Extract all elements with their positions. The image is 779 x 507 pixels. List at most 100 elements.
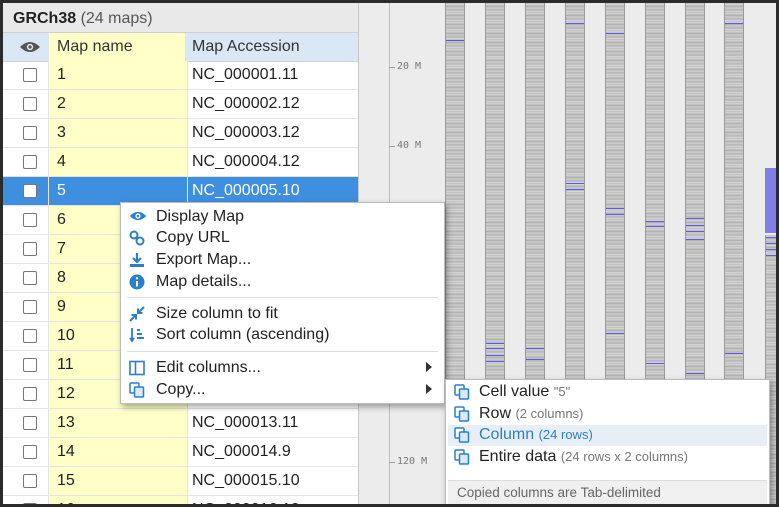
shrink-icon	[129, 306, 147, 322]
map-accession-text: NC_000014.9	[192, 443, 291, 460]
app-window: 20 M 40 M 120 M GRCh38 (24 maps) Map nam…	[3, 3, 776, 504]
menu-label: Copy URL	[156, 229, 230, 246]
copy-submenu: Cell value "5" Row (2 columns) Column (2…	[445, 379, 770, 504]
map-name-cell[interactable]: 13	[48, 409, 188, 437]
submenu-label: Entire data	[479, 448, 557, 465]
submenu-footer-text: Copied columns are Tab-delimited	[457, 485, 661, 500]
submenu-footer: Copied columns are Tab-delimited	[448, 480, 767, 504]
submenu-item-row[interactable]: Row (2 columns)	[448, 404, 767, 425]
download-icon	[129, 252, 147, 268]
row-checkbox[interactable]	[23, 474, 37, 488]
map-name-cell[interactable]: 16	[48, 496, 188, 504]
map-accession-cell[interactable]: NC_000001.11	[187, 61, 358, 89]
table-row[interactable]: 16 NC_000016.10	[3, 496, 358, 504]
ruler-tick	[389, 146, 395, 147]
menu-item-map-details[interactable]: Map details...	[121, 272, 444, 293]
row-checkbox[interactable]	[23, 184, 37, 198]
chromosome-highlight	[765, 168, 776, 233]
map-name-cell[interactable]: 3	[48, 119, 188, 147]
map-accession-text: NC_000013.11	[192, 414, 299, 431]
menu-item-copy-url[interactable]: Copy URL	[121, 228, 444, 249]
assembly-name: GRCh38	[13, 10, 77, 27]
map-accession-cell[interactable]: NC_000004.12	[187, 148, 358, 176]
row-checkbox[interactable]	[23, 97, 37, 111]
menu-item-display-map[interactable]: Display Map	[121, 207, 444, 228]
submenu-hint: "5"	[553, 384, 571, 399]
copy-icon	[454, 449, 472, 465]
row-checkbox[interactable]	[23, 213, 37, 227]
map-name-cell[interactable]: 15	[48, 467, 188, 495]
copy-icon	[454, 384, 472, 400]
map-accession-cell[interactable]: NC_000002.12	[187, 90, 358, 118]
map-name-text: 2	[57, 95, 66, 112]
map-name-cell[interactable]: 2	[48, 90, 188, 118]
map-name-text: 3	[57, 124, 66, 141]
table-row[interactable]: 1 NC_000001.11	[3, 61, 358, 90]
menu-item-sort-column[interactable]: Sort column (ascending)	[121, 325, 444, 346]
map-accession-cell[interactable]: NC_000013.11	[187, 409, 358, 437]
row-checkbox[interactable]	[23, 300, 37, 314]
menu-item-copy[interactable]: Copy...	[121, 380, 444, 401]
submenu-label: Cell value	[479, 383, 550, 400]
row-checkbox[interactable]	[23, 242, 37, 256]
map-accession-text: NC_000004.12	[192, 153, 300, 170]
panel-header: GRCh38 (24 maps)	[3, 3, 358, 33]
row-checkbox[interactable]	[23, 126, 37, 140]
map-name-cell[interactable]: 14	[48, 438, 188, 466]
map-name-cell[interactable]: 1	[48, 61, 188, 89]
menu-item-edit-columns[interactable]: Edit columns...	[121, 358, 444, 379]
row-checkbox[interactable]	[23, 445, 37, 459]
map-name-cell[interactable]: 5	[48, 177, 188, 205]
menu-separator	[127, 297, 438, 298]
map-name-text: 11	[57, 356, 74, 373]
submenu-arrow-icon	[426, 384, 432, 394]
copy-icon	[129, 382, 147, 398]
map-accession-text: NC_000001.11	[192, 66, 299, 83]
map-name-text: 14	[57, 443, 75, 460]
column-header-map-accession[interactable]: Map Accession	[192, 33, 300, 61]
table-row[interactable]: 4 NC_000004.12	[3, 148, 358, 177]
ruler-label-20m: 20 M	[397, 61, 422, 72]
row-checkbox[interactable]	[23, 416, 37, 430]
map-name-text: 13	[57, 414, 75, 431]
menu-item-size-column-to-fit[interactable]: Size column to fit	[121, 304, 444, 325]
row-checkbox[interactable]	[23, 329, 37, 343]
map-name-cell[interactable]: 4	[48, 148, 188, 176]
row-checkbox[interactable]	[23, 358, 37, 372]
row-checkbox[interactable]	[23, 68, 37, 82]
submenu-label: Row	[479, 405, 512, 422]
submenu-item-cell-value[interactable]: Cell value "5"	[448, 382, 767, 403]
menu-item-export-map[interactable]: Export Map...	[121, 250, 444, 271]
map-name-text: 16	[57, 501, 75, 504]
row-checkbox[interactable]	[23, 155, 37, 169]
submenu-hint: (24 rows)	[538, 427, 593, 442]
context-menu: Display Map Copy URL Export Map... Map d…	[120, 202, 445, 404]
map-accession-text: NC_000016.10	[192, 501, 300, 504]
map-accession-cell[interactable]: NC_000005.10	[187, 177, 358, 205]
submenu-item-column[interactable]: Column (24 rows)	[448, 425, 767, 446]
table-row[interactable]: 13 NC_000013.11	[3, 409, 358, 438]
map-name-text: 1	[57, 66, 66, 83]
table-row[interactable]: 15 NC_000015.10	[3, 467, 358, 496]
menu-label: Copy...	[156, 381, 206, 398]
table-row[interactable]: 2 NC_000002.12	[3, 90, 358, 119]
info-icon	[129, 274, 147, 290]
sort-icon	[129, 327, 147, 343]
table-row[interactable]: 14 NC_000014.9	[3, 438, 358, 467]
table-row[interactable]: 3 NC_000003.12	[3, 119, 358, 148]
menu-separator	[127, 351, 438, 352]
menu-label: Edit columns...	[156, 359, 261, 376]
ruler-tick	[389, 462, 395, 463]
map-count: (24 maps)	[80, 10, 153, 27]
map-accession-cell[interactable]: NC_000015.10	[187, 467, 358, 495]
map-accession-cell[interactable]: NC_000016.10	[187, 496, 358, 504]
map-name-text: 6	[57, 211, 66, 228]
submenu-item-entire-data[interactable]: Entire data (24 rows x 2 columns)	[448, 447, 767, 468]
row-checkbox[interactable]	[23, 387, 37, 401]
column-header-map-name[interactable]: Map name	[48, 33, 186, 61]
map-accession-cell[interactable]: NC_000003.12	[187, 119, 358, 147]
row-checkbox[interactable]	[23, 271, 37, 285]
eye-icon[interactable]	[19, 40, 41, 54]
row-checkbox[interactable]	[23, 503, 37, 504]
map-accession-cell[interactable]: NC_000014.9	[187, 438, 358, 466]
